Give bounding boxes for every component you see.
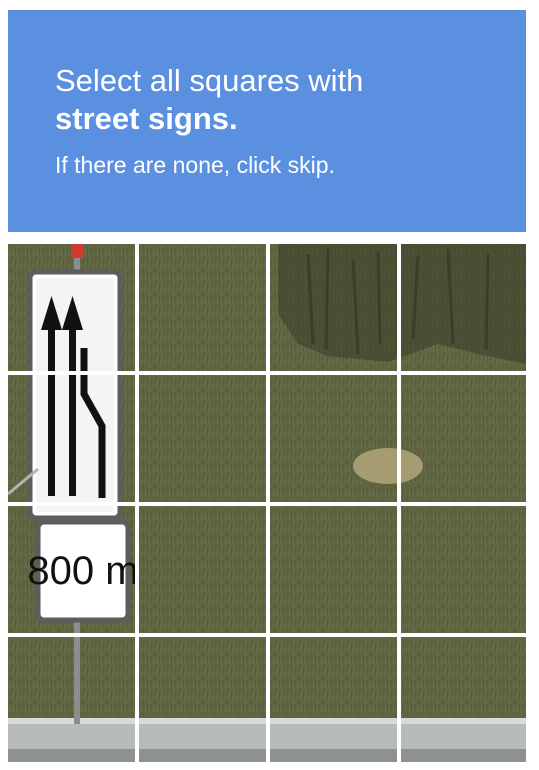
instruction-hint: If there are none, click skip. (55, 152, 335, 178)
grid-divider (8, 371, 526, 375)
instruction-text: Select all squares with (55, 63, 364, 98)
grid-tile-r4-c1[interactable] (8, 633, 138, 763)
grid-divider (8, 502, 526, 506)
grid-tile-r3-c2[interactable] (138, 503, 268, 633)
grid-tile-r3-c3[interactable] (267, 503, 397, 633)
image-grid: 800 m (8, 244, 526, 762)
grid-tile-r1-c2[interactable] (138, 244, 268, 374)
grid-divider (8, 633, 526, 637)
instruction-target: street signs. (55, 101, 238, 136)
grid-tile-r2-c4[interactable] (397, 374, 527, 504)
grid-tile-r1-c4[interactable] (397, 244, 527, 374)
grid-tile-r1-c3[interactable] (267, 244, 397, 374)
grid-tile-r4-c2[interactable] (138, 633, 268, 763)
grid-tile-r4-c4[interactable] (397, 633, 527, 763)
grid-tile-r4-c3[interactable] (267, 633, 397, 763)
grid-tile-r3-c4[interactable] (397, 503, 527, 633)
grid-tile-r2-c3[interactable] (267, 374, 397, 504)
grid-tile-r1-c1[interactable] (8, 244, 138, 374)
grid-tile-r2-c2[interactable] (138, 374, 268, 504)
challenge-header: Select all squares with street signs. If… (8, 10, 526, 232)
grid-tile-r2-c1[interactable] (8, 374, 138, 504)
grid-tile-r3-c1[interactable] (8, 503, 138, 633)
